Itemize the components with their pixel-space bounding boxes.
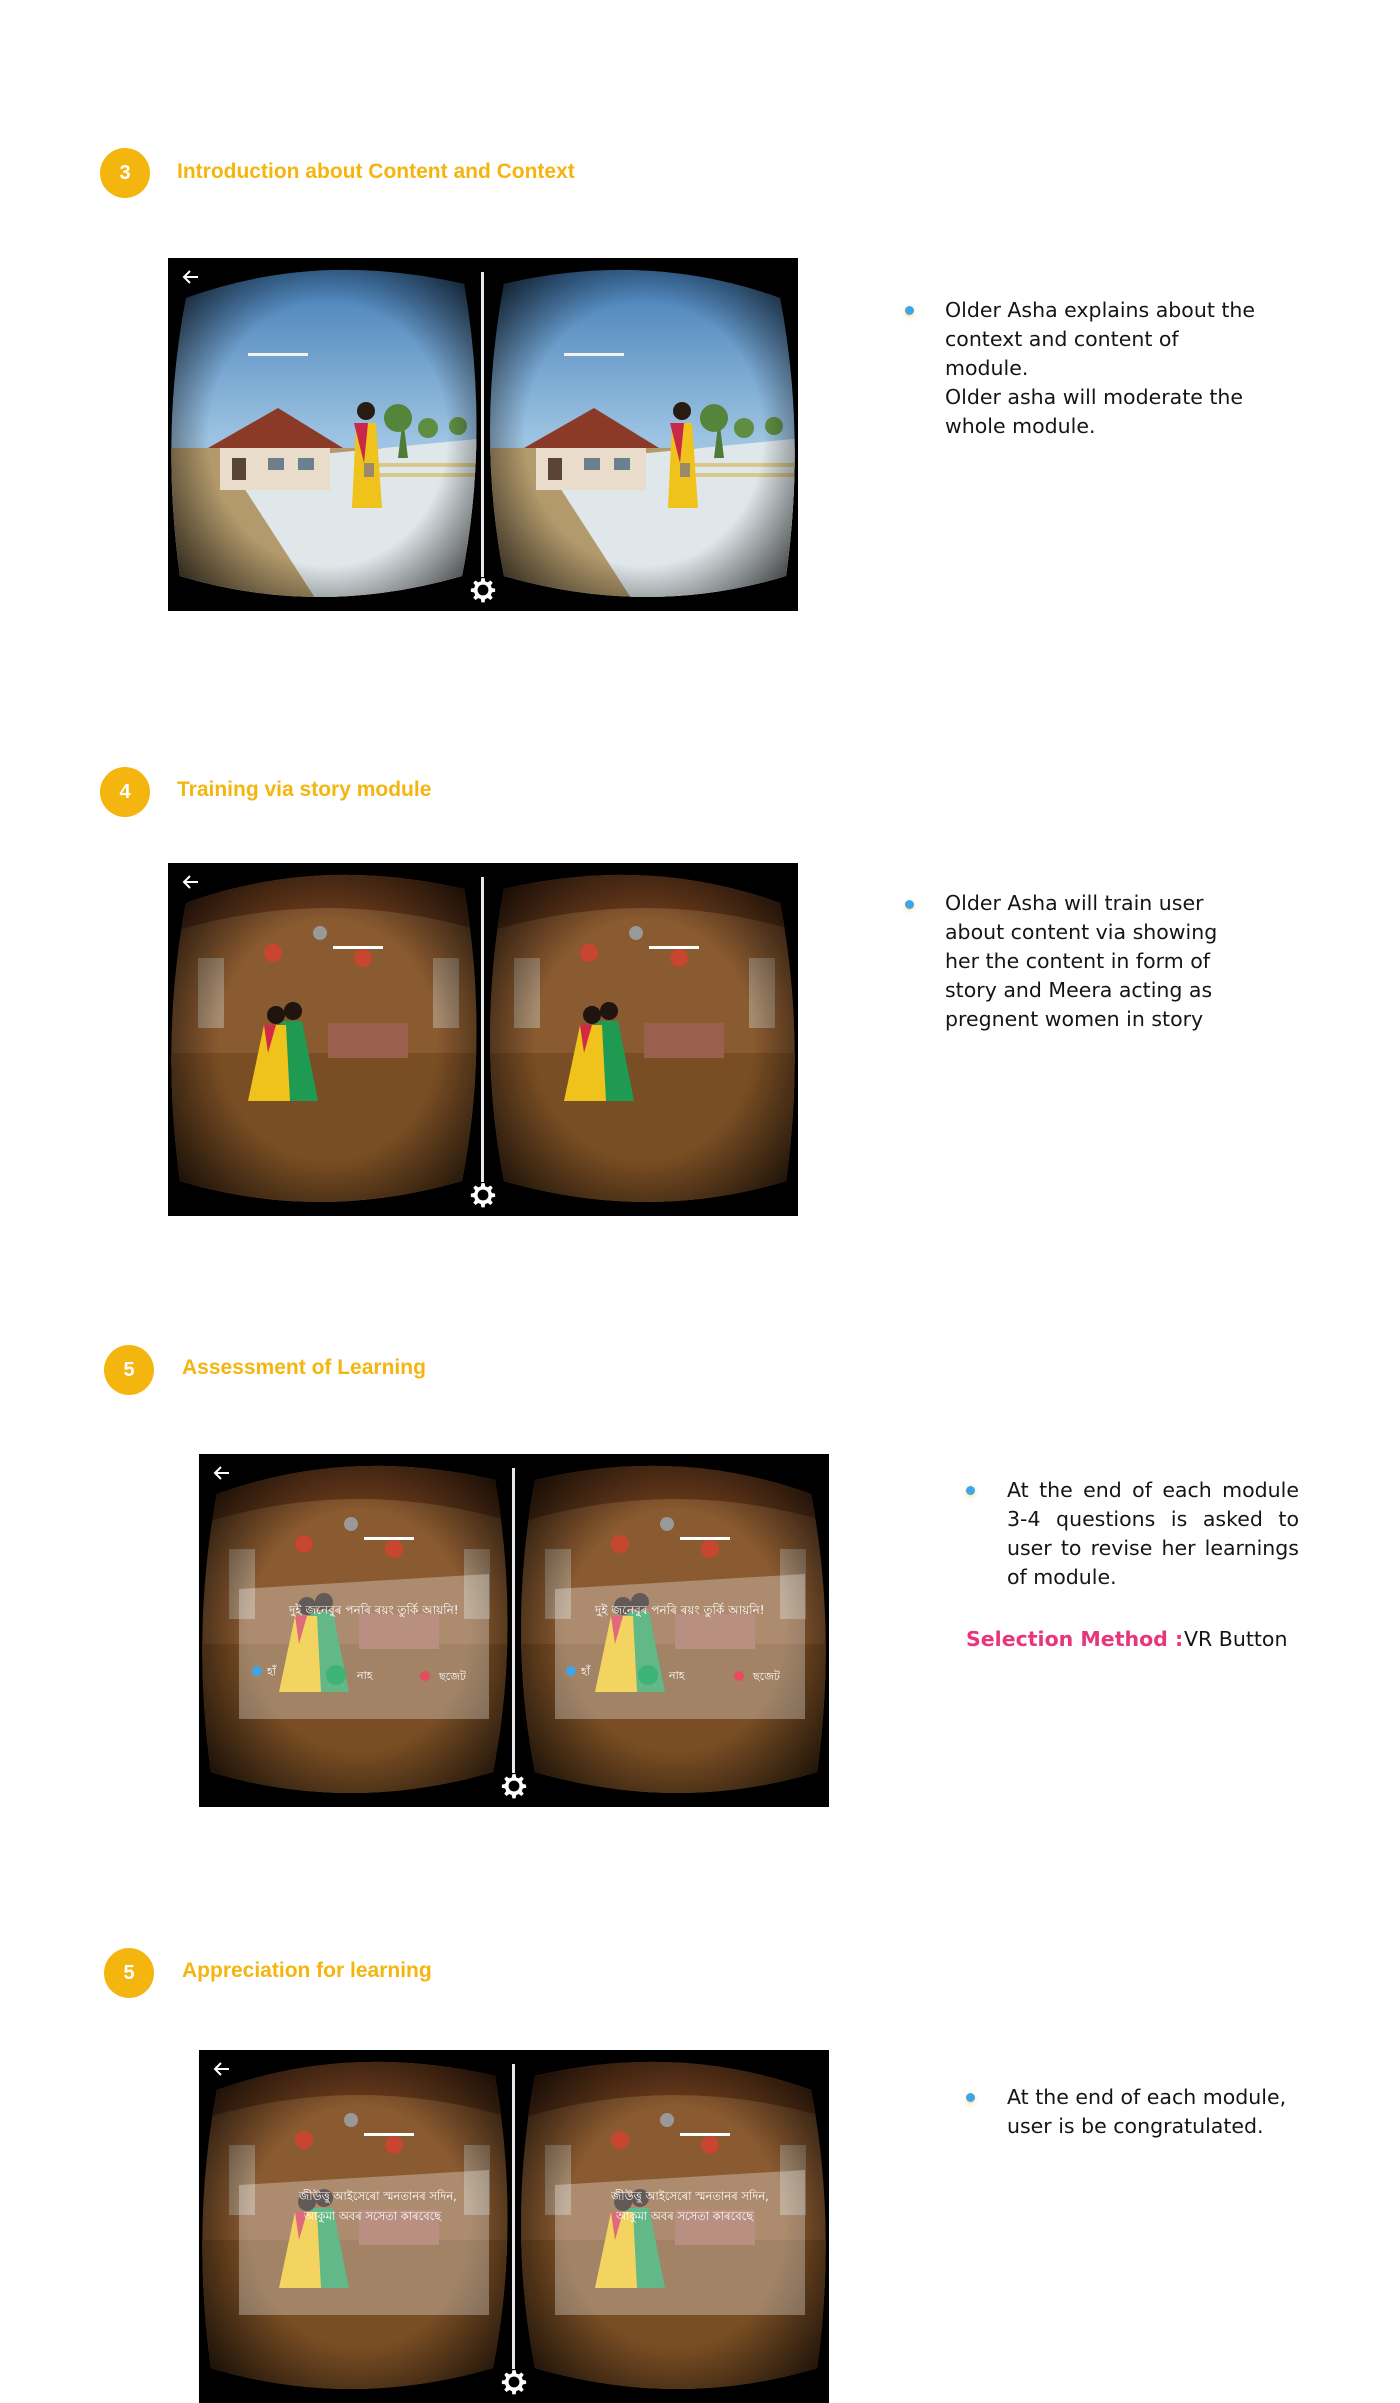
quiz-option[interactable]: নাহ xyxy=(668,1669,686,1682)
bullet-text: Older Asha explains about the context an… xyxy=(945,296,1265,441)
gear-icon[interactable] xyxy=(501,1773,527,1799)
quiz-question-left: দুই জনেবুৰ পনৰি ৰয়ং তুৰ্কি আয়নি! xyxy=(288,1603,459,1618)
vr-screenshot-appreciation: জীউত্তু আইসেৰো স্মনতানৰ সদিন, আকুমা অবৰ … xyxy=(199,2050,829,2403)
quiz-option[interactable]: হাঁ xyxy=(266,1664,277,1678)
bullet-line: Older Asha will train user about content… xyxy=(945,891,1218,1031)
vr-screenshot-assessment: দুই জনেবুৰ পনৰি ৰয়ং তুৰ্কি আয়নি! দুই জ… xyxy=(199,1454,829,1807)
gear-icon[interactable] xyxy=(470,577,496,603)
section-number-badge: 5 xyxy=(104,1948,154,1998)
stereo-divider xyxy=(481,877,484,1182)
stereo-divider xyxy=(512,1468,515,1773)
gear-icon[interactable] xyxy=(501,2369,527,2395)
section-number-badge: 5 xyxy=(104,1345,154,1395)
bullet-text: Older Asha will train user about content… xyxy=(945,889,1245,1034)
bullet-line: Older Asha explains about the context an… xyxy=(945,298,1256,380)
section-number-badge: 3 xyxy=(100,148,150,198)
section-title: Assessment of Learning xyxy=(182,1356,426,1379)
quiz-option[interactable]: ছজেট xyxy=(752,1670,781,1683)
bullet-dot-icon xyxy=(966,2093,975,2102)
bullet-text: At the end of each module 3-4 questions … xyxy=(1007,1476,1299,1592)
vr-screenshot-intro xyxy=(168,258,798,611)
bullet-line: Older asha will moderate the whole modul… xyxy=(945,385,1244,438)
section-title: Training via story module xyxy=(177,778,432,801)
quiz-option[interactable]: নাহ xyxy=(356,1669,374,1682)
back-arrow-icon[interactable] xyxy=(211,1462,233,1484)
stereo-divider xyxy=(481,272,484,577)
bullet-dot-icon xyxy=(905,306,914,315)
congrats-line-left-2: আকুমা অবৰ সসেতা কাৰবেছে xyxy=(303,2209,442,2224)
bullet-dot-icon xyxy=(966,1486,975,1495)
congrats-line-right-2: আকুমা অবৰ সসেতা কাৰবেছে xyxy=(615,2209,754,2224)
selection-method-value: VR Button xyxy=(1184,1627,1288,1651)
back-arrow-icon[interactable] xyxy=(180,266,202,288)
quiz-option[interactable]: হাঁ xyxy=(580,1664,591,1678)
selection-method-label: Selection Method : xyxy=(966,1627,1184,1651)
bullet-line: At the end of each module 3-4 questions … xyxy=(1007,1478,1299,1589)
bullet-dot-icon xyxy=(905,900,914,909)
back-arrow-icon[interactable] xyxy=(180,871,202,893)
quiz-question-right: দুই জনেবুৰ পনৰি ৰয়ং তুৰ্কি আয়নি! xyxy=(594,1603,765,1618)
section-number-badge: 4 xyxy=(100,767,150,817)
vr-screenshot-story xyxy=(168,863,798,1216)
congrats-line-left-1: জীউত্তু আইসেৰো স্মনতানৰ সদিন, xyxy=(298,2189,457,2204)
gear-icon[interactable] xyxy=(470,1182,496,1208)
stereo-divider xyxy=(512,2064,515,2369)
back-arrow-icon[interactable] xyxy=(211,2058,233,2080)
section-title: Appreciation for learning xyxy=(182,1959,432,1982)
quiz-option[interactable]: ছজেট xyxy=(438,1670,467,1683)
section-title: Introduction about Content and Context xyxy=(177,160,575,183)
bullet-text: At the end of each module, user is be co… xyxy=(1007,2083,1317,2141)
bullet-line: At the end of each module, user is be co… xyxy=(1007,2085,1287,2138)
congrats-line-right-1: জীউত্তু আইসেৰো স্মনতানৰ সদিন, xyxy=(610,2189,769,2204)
